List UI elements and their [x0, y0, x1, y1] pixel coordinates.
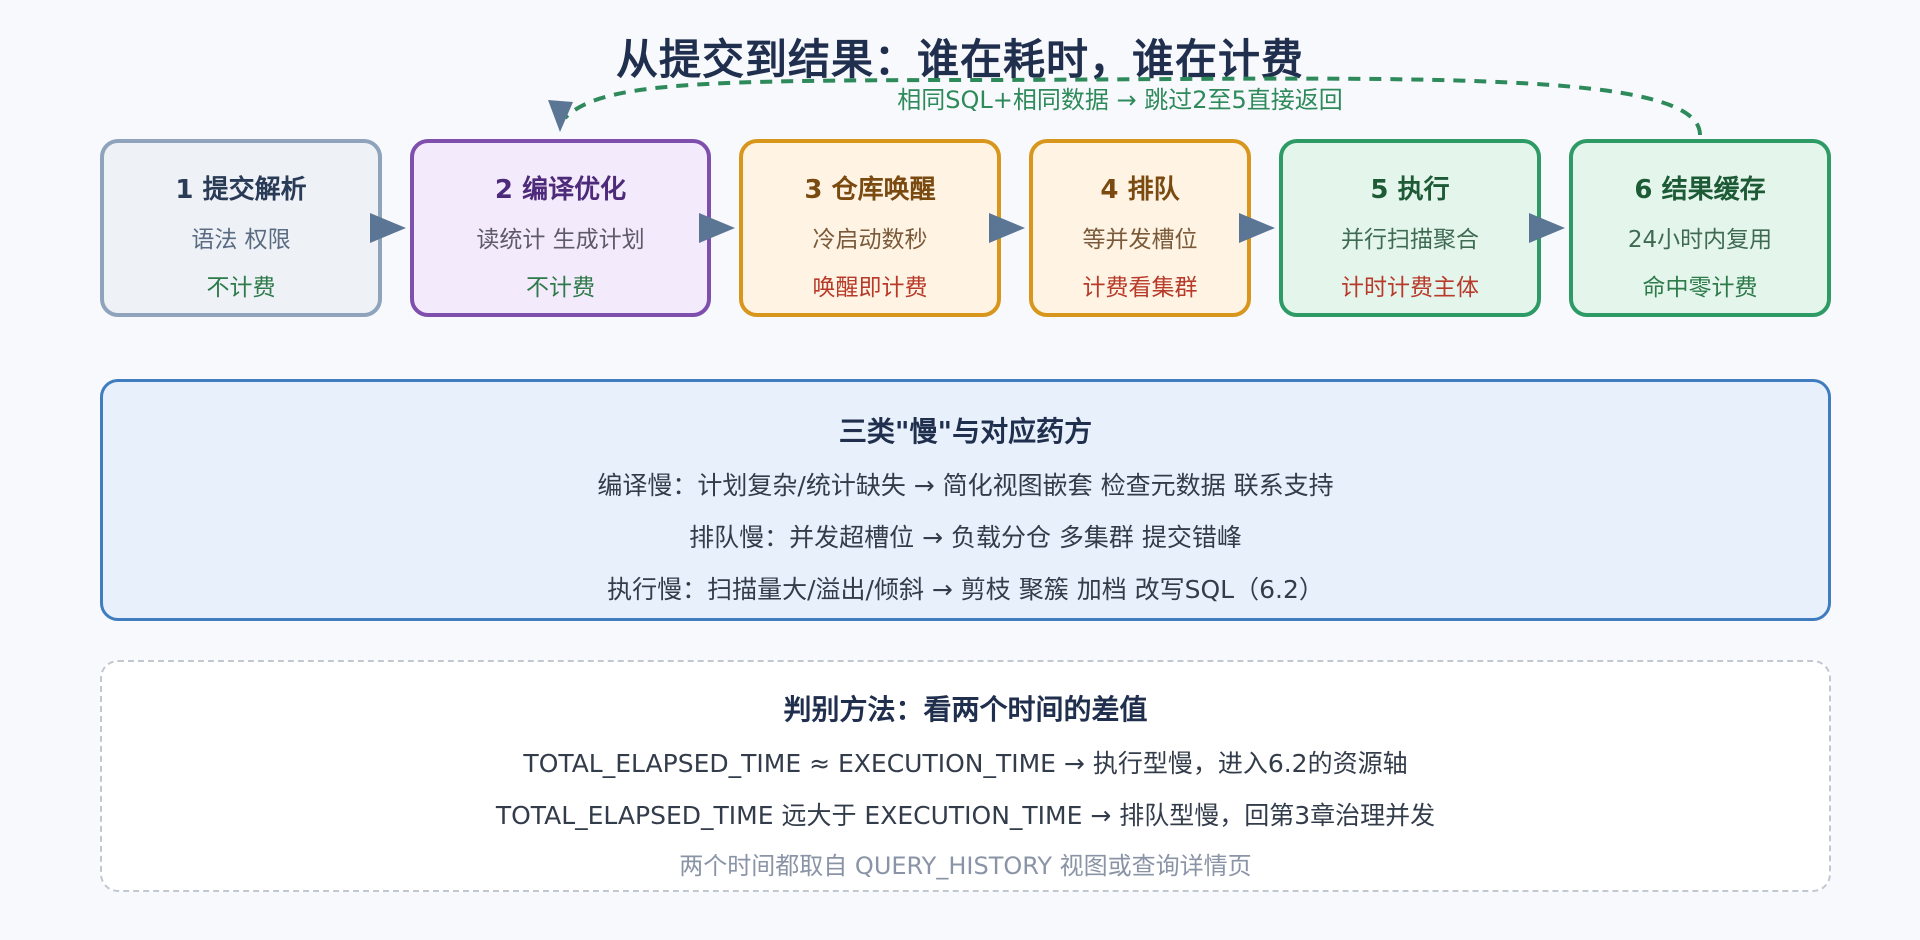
judgement-row: TOTAL_ELAPSED_TIME ≈ EXECUTION_TIME → 执行… — [523, 749, 1408, 778]
stage-cost: 不计费 — [206, 275, 276, 301]
slowness-row-compile: 编译慢：计划复杂/统计缺失 → 简化视图嵌套 检查元数据 联系支持 — [597, 471, 1334, 500]
judgement-footnote: 两个时间都取自 QUERY_HISTORY 视图或查询详情页 — [679, 852, 1252, 880]
stage-heading: 1 提交解析 — [175, 175, 307, 205]
stage-desc: 并行扫描聚合 — [1341, 227, 1479, 253]
stage-arrow — [1239, 213, 1275, 243]
stage-arrow — [1529, 213, 1565, 243]
stage-cost: 计时计费主体 — [1341, 275, 1479, 301]
stage-desc: 等并发槽位 — [1082, 227, 1198, 253]
stage-desc: 冷启动数秒 — [812, 227, 928, 253]
stage-arrow — [989, 213, 1025, 243]
stage-desc: 语法 权限 — [191, 227, 291, 253]
slowness-row-queue: 排队慢：并发超槽位 → 负载分仓 多集群 提交错峰 — [689, 523, 1242, 552]
stage-heading: 4 排队 — [1100, 175, 1180, 205]
slowness-row-execute: 执行慢：扫描量大/溢出/倾斜 → 剪枝 聚簇 加档 改写SQL（6.2） — [607, 575, 1324, 604]
cache-loop-label: 相同SQL+相同数据 → 跳过2至5直接返回 — [897, 86, 1343, 114]
stage-heading: 6 结果缓存 — [1634, 175, 1766, 205]
slowness-panel: 三类"慢"与对应药方 编译慢：计划复杂/统计缺失 → 简化视图嵌套 检查元数据 … — [100, 379, 1831, 621]
stage-execute: 5 执行 并行扫描聚合 计时计费主体 — [1279, 139, 1541, 317]
judgement-heading: 判别方法：看两个时间的差值 — [783, 693, 1148, 726]
stage-arrow — [699, 213, 735, 243]
stage-warehouse-wakeup: 3 仓库唤醒 冷启动数秒 唤醒即计费 — [739, 139, 1001, 317]
stage-desc: 读统计 生成计划 — [476, 227, 645, 253]
stage-submit-parse: 1 提交解析 语法 权限 不计费 — [100, 139, 382, 317]
stage-heading: 3 仓库唤醒 — [804, 175, 936, 205]
judgement-panel: 判别方法：看两个时间的差值 TOTAL_ELAPSED_TIME ≈ EXECU… — [100, 660, 1831, 892]
stage-desc: 24小时内复用 — [1627, 227, 1773, 253]
stage-cost: 计费看集群 — [1082, 275, 1198, 301]
stage-cost: 不计费 — [526, 275, 595, 301]
slowness-heading: 三类"慢"与对应药方 — [838, 415, 1093, 448]
stage-cost: 唤醒即计费 — [812, 275, 928, 301]
stage-cost: 命中零计费 — [1642, 275, 1758, 301]
stage-result-cache: 6 结果缓存 24小时内复用 命中零计费 — [1569, 139, 1831, 317]
stage-heading: 5 执行 — [1370, 175, 1450, 205]
stage-arrow — [370, 213, 406, 243]
judgement-row: TOTAL_ELAPSED_TIME 远大于 EXECUTION_TIME → … — [495, 801, 1436, 830]
stage-compile-optimize: 2 编译优化 读统计 生成计划 不计费 — [410, 139, 711, 317]
stage-heading: 2 编译优化 — [494, 175, 627, 205]
stage-queue: 4 排队 等并发槽位 计费看集群 — [1029, 139, 1251, 317]
